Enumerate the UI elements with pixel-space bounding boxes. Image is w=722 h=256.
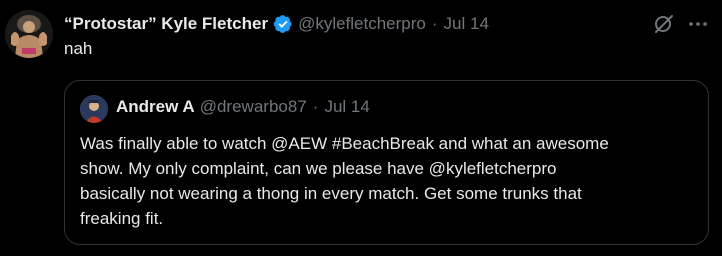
quote-text-line: show. My only complaint, can we please h…	[80, 159, 557, 178]
quote-date[interactable]: Jul 14	[324, 97, 369, 117]
grok-icon[interactable]	[652, 12, 676, 36]
quote-text: Was finally able to watch @AEW #BeachBre…	[80, 131, 690, 231]
tweet[interactable]: “Protostar” Kyle Fletcher @kylefletcherp…	[0, 0, 722, 256]
quote-author-handle[interactable]: @drewarbo87	[200, 97, 307, 117]
more-icon[interactable]	[686, 12, 710, 36]
tweet-header: “Protostar” Kyle Fletcher @kylefletcherp…	[64, 12, 489, 36]
author-avatar[interactable]	[5, 10, 53, 58]
separator-dot: ·	[312, 97, 319, 116]
quote-author-name[interactable]: Andrew A	[116, 97, 195, 117]
quoted-tweet[interactable]: Andrew A @drewarbo87 · Jul 14 Was finall…	[64, 80, 709, 245]
tweet-text: nah	[64, 39, 93, 58]
tweet-date[interactable]: Jul 14	[444, 14, 489, 34]
author-handle[interactable]: @kylefletcherpro	[298, 14, 426, 34]
quote-text-line: Was finally able to watch @AEW #BeachBre…	[80, 134, 609, 153]
verified-badge-icon	[273, 14, 293, 34]
quote-text-line: basically not wearing a thong in every m…	[80, 184, 582, 203]
quote-header: Andrew A @drewarbo87 · Jul 14	[116, 97, 370, 117]
author-name[interactable]: “Protostar” Kyle Fletcher	[64, 14, 268, 34]
quote-author-avatar[interactable]	[80, 95, 108, 123]
separator-dot: ·	[431, 14, 438, 33]
quote-text-line: freaking fit.	[80, 209, 164, 228]
